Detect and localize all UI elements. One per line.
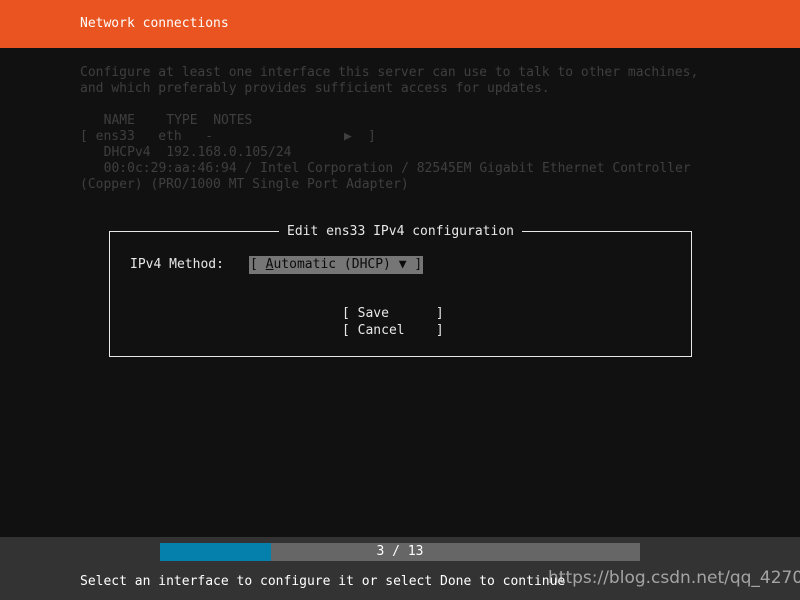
interface-detail-hardware-line-1: 00:0c:29:aa:46:94 / Intel Corporation / …: [88, 161, 691, 176]
dialog-title-text: Edit ens33 IPv4 configuration: [279, 224, 522, 239]
ipv4-method-dropdown[interactable]: [ Automatic (DHCP) ▼ ]: [249, 256, 424, 274]
status-bar-text: Select an interface to configure it or s…: [80, 574, 566, 589]
dropdown-close-bracket: ]: [406, 257, 423, 272]
intro-text-line-2: and which preferably provides sufficient…: [80, 81, 550, 96]
progress-bar-label: 3 / 13: [376, 544, 424, 559]
dialog-title: Edit ens33 IPv4 configuration: [109, 224, 692, 240]
footer-bar: 3 / 13 Select an interface to configure …: [0, 537, 800, 600]
dropdown-open-bracket: [: [250, 257, 266, 272]
interfaces-table-header: NAME TYPE NOTES: [88, 113, 253, 128]
header-banner: Network connections: [0, 0, 800, 48]
chevron-right-icon[interactable]: ▶: [344, 129, 352, 145]
page-title: Network connections: [80, 16, 229, 31]
ipv4-method-label: IPv4 Method:: [130, 257, 224, 272]
interface-row-close-bracket: ]: [368, 129, 376, 144]
save-button[interactable]: [ Save ]: [342, 305, 444, 322]
interface-detail-hardware-line-2: (Copper) (PRO/1000 MT Single Port Adapte…: [80, 177, 409, 192]
chevron-down-icon[interactable]: ▼: [399, 257, 407, 272]
interface-detail-dhcp: DHCPv4 192.168.0.105/24: [88, 145, 292, 160]
progress-bar: 3 / 13: [160, 543, 640, 561]
intro-text-line-1: Configure at least one interface this se…: [80, 65, 699, 80]
dialog-action-buttons: [ Save ] [ Cancel ]: [342, 305, 444, 339]
cancel-button[interactable]: [ Cancel ]: [342, 322, 444, 339]
interface-row-ens33[interactable]: [ ens33 eth -: [80, 129, 213, 145]
edit-ipv4-configuration-dialog: IPv4 Method: [ Automatic (DHCP) ▼ ] [ Sa…: [109, 231, 692, 357]
dropdown-value-text: utomatic (DHCP): [273, 257, 399, 272]
